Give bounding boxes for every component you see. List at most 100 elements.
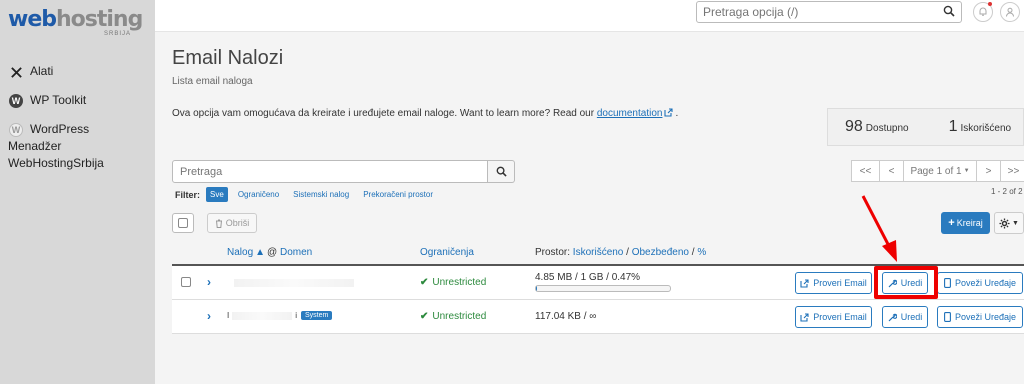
filter-over-quota[interactable]: Prekoračeni prostor bbox=[363, 190, 433, 199]
connect-devices-label: Poveži Uređaje bbox=[954, 278, 1017, 288]
logo[interactable]: webhosting bbox=[8, 7, 143, 32]
external-link-icon bbox=[800, 278, 809, 288]
storage-text: 4.85 MB / 1 GB / 0.47% bbox=[535, 272, 641, 283]
account-fragment: i bbox=[295, 311, 298, 320]
search-button[interactable] bbox=[488, 160, 515, 183]
col-storage-sep: / bbox=[691, 247, 695, 258]
logo-subtext: SRBIJA bbox=[104, 31, 132, 37]
sidebar-item-label: WP Toolkit bbox=[30, 93, 87, 107]
col-storage-quota[interactable]: Obezbeđeno bbox=[632, 247, 689, 258]
account-fragment: I bbox=[227, 311, 230, 320]
main-content: Email Nalozi Lista email naloga Ova opci… bbox=[155, 32, 1024, 384]
column-storage-header: Prostor: Iskorišćeno / Obezbeđeno / % bbox=[535, 247, 706, 258]
col-storage-used[interactable]: Iskorišćeno bbox=[573, 247, 624, 258]
page-title: Email Nalozi bbox=[172, 47, 284, 69]
plus-icon: + bbox=[948, 217, 955, 229]
col-storage-prefix: Prostor: bbox=[535, 247, 571, 258]
settings-dropdown-button[interactable]: ▼ bbox=[994, 212, 1024, 234]
sort-up-icon: ▲ bbox=[255, 247, 266, 258]
wordpress-icon: W bbox=[8, 93, 24, 109]
col-at-label: @ bbox=[267, 247, 278, 258]
sidebar-item-label-line3: WebHostingSrbija bbox=[8, 156, 104, 170]
sidebar: webhosting SRBIJA Alati W WP Toolkit W W… bbox=[0, 0, 155, 384]
stat-available-label: Dostupno bbox=[865, 123, 909, 134]
account-search-input[interactable] bbox=[172, 160, 488, 183]
global-search-input[interactable] bbox=[697, 2, 937, 22]
filter-label: Filter: bbox=[175, 189, 201, 200]
filter-system-account[interactable]: Sistemski nalog bbox=[293, 190, 349, 199]
pager-first-button[interactable]: << bbox=[851, 160, 880, 182]
documentation-link[interactable]: documentation bbox=[597, 108, 663, 119]
pager-prev-button[interactable]: < bbox=[879, 160, 904, 182]
row-checkbox[interactable] bbox=[181, 277, 191, 290]
stat-used-value: 1 bbox=[948, 118, 958, 135]
logo-web-text: web bbox=[8, 7, 57, 32]
description-text: Ova opcija vam omogućava da kreirate i u… bbox=[172, 108, 597, 119]
check-email-label: Proveri Email bbox=[813, 278, 867, 288]
caret-down-icon: ▼ bbox=[963, 168, 970, 174]
check-email-button[interactable]: Proveri Email bbox=[795, 272, 872, 294]
chevron-right-icon[interactable]: › bbox=[207, 275, 211, 289]
mobile-icon bbox=[944, 312, 951, 322]
highlight-box bbox=[874, 266, 938, 299]
account-search bbox=[172, 160, 515, 183]
stat-used-label: Iskorišćeno bbox=[960, 123, 1012, 134]
filter-bar: Filter: Sve Ograničeno Sistemski nalog P… bbox=[175, 187, 447, 202]
edit-button[interactable]: Uredi bbox=[882, 306, 928, 328]
description-end: . bbox=[675, 108, 679, 119]
stat-available: 98 Dostupno bbox=[845, 118, 909, 136]
tools-icon bbox=[8, 64, 24, 80]
stat-available-value: 98 bbox=[845, 118, 863, 135]
restriction-status: ✔ Unrestricted bbox=[420, 277, 486, 288]
sidebar-item-wp-toolkit[interactable]: W WP Toolkit bbox=[8, 93, 86, 109]
col-storage-percent[interactable]: % bbox=[697, 247, 706, 258]
sidebar-item-label-line1: WordPress bbox=[30, 122, 90, 136]
sidebar-item-label: Alati bbox=[30, 64, 54, 78]
pager-page-select[interactable]: Page 1 of 1 ▼ bbox=[903, 160, 977, 182]
delete-button[interactable]: Obriši bbox=[207, 213, 257, 233]
pager-last-button[interactable]: >> bbox=[1000, 160, 1024, 182]
create-label: Kreiraj bbox=[956, 218, 983, 228]
external-link-icon bbox=[664, 108, 674, 117]
select-all-checkbox[interactable] bbox=[172, 213, 194, 233]
checkbox bbox=[178, 218, 188, 228]
filter-all[interactable]: Sve bbox=[206, 187, 228, 202]
column-account-header[interactable]: Nalog ▲ @ Domen bbox=[227, 247, 312, 258]
page-description: Ova opcija vam omogućava da kreirate i u… bbox=[172, 108, 678, 119]
results-range: 1 - 2 of 2 bbox=[991, 187, 1023, 196]
pagination: << < Page 1 of 1 ▼ > >> bbox=[851, 160, 1024, 182]
trash-icon bbox=[215, 219, 222, 228]
search-icon[interactable] bbox=[943, 5, 955, 20]
check-icon: ✔ bbox=[420, 311, 429, 322]
notifications-button[interactable] bbox=[973, 2, 993, 22]
sidebar-item-alati[interactable]: Alati bbox=[8, 64, 53, 80]
column-limits-header[interactable]: Ograničenja bbox=[420, 247, 474, 258]
filter-restricted[interactable]: Ograničeno bbox=[238, 190, 279, 199]
chevron-right-icon[interactable]: › bbox=[207, 309, 211, 323]
table-header: Nalog ▲ @ Domen Ograničenja Prostor: Iskor… bbox=[172, 240, 1024, 266]
check-email-button[interactable]: Proveri Email bbox=[795, 306, 872, 328]
checkbox bbox=[181, 277, 191, 287]
search-icon bbox=[496, 166, 507, 177]
restriction-status: ✔ Unrestricted bbox=[420, 311, 486, 322]
col-domain-label: Domen bbox=[279, 247, 313, 258]
page-subtitle: Lista email naloga bbox=[172, 76, 253, 87]
notification-dot bbox=[988, 2, 992, 6]
sidebar-item-label-line2: Menadžer bbox=[8, 139, 62, 153]
connect-devices-button[interactable]: Poveži Uređaje bbox=[937, 272, 1023, 294]
restriction-label: Unrestricted bbox=[432, 277, 487, 288]
user-icon bbox=[1006, 7, 1014, 17]
storage-progress-bar bbox=[535, 285, 671, 292]
account-name-redacted bbox=[234, 279, 354, 290]
create-button[interactable]: + Kreiraj bbox=[941, 212, 990, 234]
caret-down-icon: ▼ bbox=[1012, 219, 1019, 227]
logo-hosting-text: hosting bbox=[56, 7, 143, 32]
wordpress-icon: W bbox=[8, 122, 24, 138]
edit-label: Uredi bbox=[900, 312, 923, 322]
pager-page-label: Page 1 of 1 bbox=[910, 165, 962, 177]
storage-progress-fill bbox=[536, 286, 537, 291]
pager-next-button[interactable]: > bbox=[976, 160, 1001, 182]
sidebar-item-wordpress-manager[interactable]: W WordPress bbox=[8, 122, 89, 138]
user-menu-button[interactable] bbox=[1000, 2, 1020, 22]
connect-devices-button[interactable]: Poveži Uređaje bbox=[937, 306, 1023, 328]
